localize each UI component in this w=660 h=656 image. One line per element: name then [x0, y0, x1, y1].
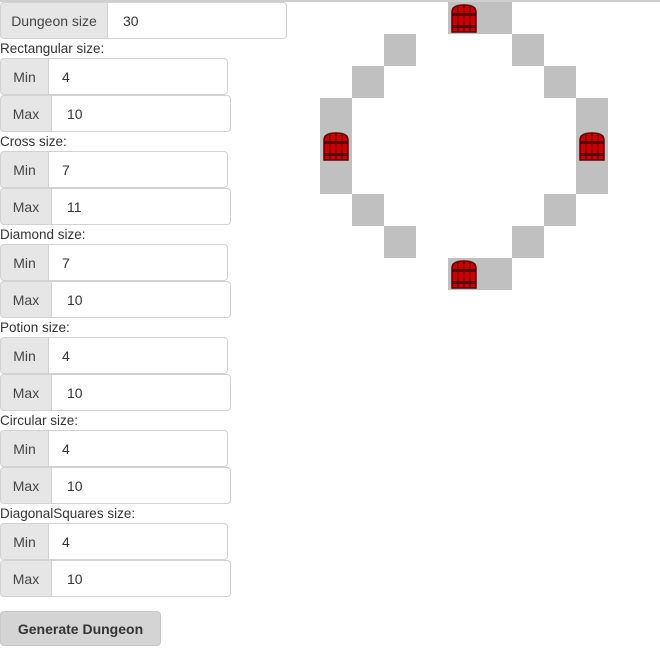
- circular-max-input[interactable]: [51, 467, 231, 504]
- rectangular-size-label: Rectangular size:: [0, 41, 105, 56]
- diamond-max-label: Max: [0, 281, 51, 318]
- wall-tile: [480, 2, 512, 34]
- wall-tile: [544, 194, 576, 226]
- rectangular-max-input[interactable]: [51, 95, 231, 132]
- wall-tile: [544, 66, 576, 98]
- dungeon-size-label: Dungeon size: [0, 2, 107, 39]
- circular-max-label: Max: [0, 467, 51, 504]
- potion-max-group: Max: [0, 374, 231, 411]
- circular-min-label: Min: [0, 430, 48, 467]
- cross-max-input[interactable]: [51, 188, 231, 225]
- potion-min-group: Min: [0, 337, 228, 374]
- diamond-min-group: Min: [0, 244, 228, 281]
- diagonal-squares-min-group: Min: [0, 523, 228, 560]
- diamond-max-input[interactable]: [51, 281, 231, 318]
- rectangular-max-group: Max: [0, 95, 231, 132]
- rectangular-min-input[interactable]: [48, 58, 228, 95]
- potion-size-label: Potion size:: [0, 320, 70, 335]
- diagonal-squares-max-input[interactable]: [51, 560, 231, 597]
- door-icon: [576, 130, 608, 162]
- door-icon: [448, 258, 480, 290]
- diamond-min-label: Min: [0, 244, 48, 281]
- dungeon-size-group: Dungeon size: [0, 2, 287, 39]
- cross-max-group: Max: [0, 188, 231, 225]
- rectangular-max-label: Max: [0, 95, 51, 132]
- circular-min-group: Min: [0, 430, 228, 467]
- wall-tile: [320, 162, 352, 194]
- circular-max-group: Max: [0, 467, 231, 504]
- circular-size-label: Circular size:: [0, 413, 79, 428]
- wall-tile: [352, 194, 384, 226]
- generate-dungeon-button[interactable]: Generate Dungeon: [0, 611, 161, 646]
- rectangular-min-label: Min: [0, 58, 48, 95]
- wall-tile: [320, 98, 352, 130]
- potion-max-input[interactable]: [51, 374, 231, 411]
- circular-min-input[interactable]: [48, 430, 228, 467]
- door-icon: [448, 2, 480, 34]
- cross-size-label: Cross size:: [0, 134, 67, 149]
- cross-min-input[interactable]: [48, 151, 228, 188]
- diagonal-squares-min-input[interactable]: [48, 523, 228, 560]
- cross-min-label: Min: [0, 151, 48, 188]
- diamond-max-group: Max: [0, 281, 231, 318]
- potion-min-label: Min: [0, 337, 48, 374]
- wall-tile: [512, 34, 544, 66]
- diagonal-squares-size-label: DiagonalSquares size:: [0, 506, 136, 521]
- cross-max-label: Max: [0, 188, 51, 225]
- wall-tile: [512, 226, 544, 258]
- door-icon: [320, 130, 352, 162]
- diagonal-squares-max-group: Max: [0, 560, 231, 597]
- potion-min-input[interactable]: [48, 337, 228, 374]
- wall-tile: [576, 162, 608, 194]
- wall-tile: [352, 66, 384, 98]
- wall-tile: [384, 226, 416, 258]
- dungeon-size-input[interactable]: [107, 2, 287, 39]
- cross-min-group: Min: [0, 151, 228, 188]
- wall-tile: [384, 34, 416, 66]
- diagonal-squares-max-label: Max: [0, 560, 51, 597]
- diamond-min-input[interactable]: [48, 244, 228, 281]
- potion-max-label: Max: [0, 374, 51, 411]
- diamond-size-label: Diamond size:: [0, 227, 86, 242]
- wall-tile: [576, 98, 608, 130]
- wall-tile: [480, 258, 512, 290]
- diagonal-squares-min-label: Min: [0, 523, 48, 560]
- rectangular-min-group: Min: [0, 58, 228, 95]
